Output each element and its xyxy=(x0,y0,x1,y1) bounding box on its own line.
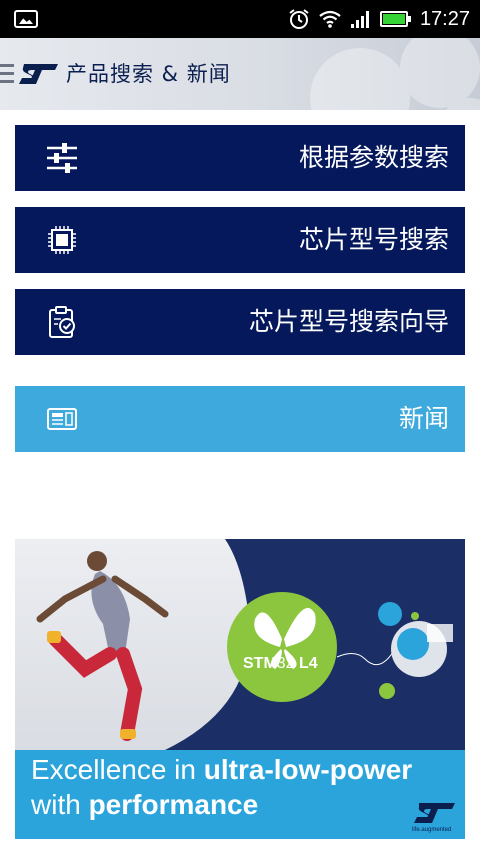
dancer-figure xyxy=(36,551,169,741)
chip-icon xyxy=(48,226,76,254)
part-search-wizard-label: 芯片型号搜索向导 xyxy=(248,307,449,336)
part-number-search-label: 芯片型号搜索 xyxy=(298,225,449,254)
status-time: 17:27 xyxy=(419,7,470,30)
parametric-search-label: 根据参数搜索 xyxy=(298,143,449,172)
header-decoration xyxy=(310,38,480,110)
news-button[interactable]: 新闻 xyxy=(15,386,465,452)
part-search-wizard-button[interactable]: 芯片型号搜索向导 xyxy=(15,289,465,355)
banner-caption: Excellence in ultra-low-power with perfo… xyxy=(15,750,465,839)
caption-line-1: Excellence in ultra-low-power xyxy=(31,754,413,785)
svg-text:life.augmented: life.augmented xyxy=(412,827,451,833)
status-bar: 17:27 xyxy=(0,0,480,38)
alarm-icon xyxy=(289,9,309,29)
caption-line-2: with performance xyxy=(31,789,259,820)
signal-icon xyxy=(350,11,369,28)
picture-icon xyxy=(14,10,38,28)
parametric-search-button[interactable]: 根据参数搜索 xyxy=(15,125,465,191)
menu-icon[interactable] xyxy=(0,64,14,84)
sliders-icon xyxy=(47,143,77,173)
newspaper-icon xyxy=(47,408,77,430)
st-logo xyxy=(19,64,58,84)
page-title: 产品搜索 & 新闻 xyxy=(66,62,231,86)
banner-st-logo: life.augmented xyxy=(412,803,455,833)
banner-illustration xyxy=(36,539,465,750)
promo-banner[interactable]: STM32 L4 Excellence in ultra-low-power w… xyxy=(15,539,465,839)
wifi-icon xyxy=(319,10,341,28)
clipboard-check-icon xyxy=(49,306,75,338)
news-label: 新闻 xyxy=(398,404,449,433)
stm32-l4-badge: STM32 L4 xyxy=(243,655,318,672)
status-icons: 17:27 xyxy=(288,0,470,38)
app-bar: 产品搜索 & 新闻 xyxy=(0,38,480,110)
battery-icon xyxy=(379,11,411,27)
part-number-search-button[interactable]: 芯片型号搜索 xyxy=(15,207,465,273)
